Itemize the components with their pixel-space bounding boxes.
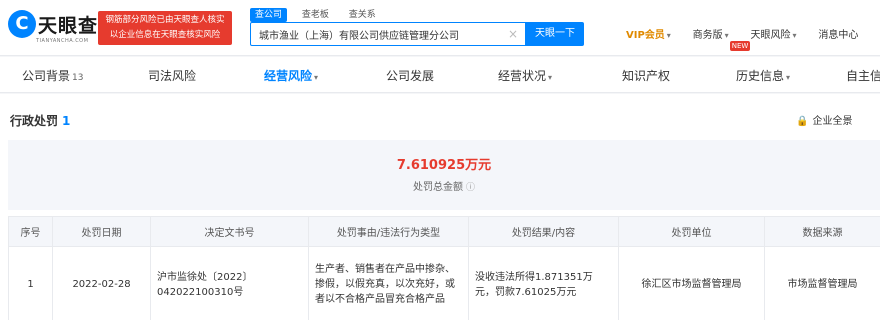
info-icon[interactable]: ⓘ [466,183,475,193]
section-title-label: 行政处罚 [10,114,59,128]
col-header-authority: 处罚单位 [618,216,765,247]
cell-authority: 徐汇区市场监督管理局 [618,246,765,320]
col-header-source: 数据来源 [764,216,880,247]
table-row[interactable]: 1 2022-02-28 沪市监徐处〔2022〕042022100310号 生产… [8,246,880,320]
tab-count: 13 [72,73,84,83]
col-header-date: 处罚日期 [52,216,151,247]
vip-label: VIP会员 [626,30,665,41]
lock-icon: 🔒 [796,116,809,127]
business-label: 商务版 [692,30,723,41]
section-tabs: 公司背景 13 司法风险 经营风险 ▾ 公司发展 经营状况 ▾ 知识产权 历史信息 ▾ … [0,57,880,93]
promo-banner[interactable]: 钢筋部分风险已由天眼查人核实 以企业信息在天眼查核实风险 [98,11,232,45]
tab-history[interactable]: 历史信息 ▾ [736,67,790,84]
content-panel: 行政处罚 1 🔒 企业全景 7.610925万元 处罚总金额 ⓘ 序号 处罚日期 决定… [0,94,880,320]
chevron-down-icon: ▾ [792,31,797,40]
tab-label: 公司背景 [22,69,71,83]
chevron-down-icon: ▾ [666,31,671,40]
tab-label: 经营状况 [498,69,547,83]
col-header-result: 处罚结果/内容 [468,216,619,247]
cell-index: 1 [8,246,53,320]
export-label: 企业全景 [812,116,853,127]
search-box: × [250,22,526,46]
chevron-down-icon: ▾ [724,31,729,40]
logo-subtitle: TIANYANCHA.COM [36,38,89,44]
search-tab-company[interactable]: 查公司 [250,8,288,22]
tab-operating-risk[interactable]: 经营风险 ▾ [264,67,318,84]
top-nav: VIP会员 ▾ 商务版 ▾ 天眼风险 ▾ 消息中心 NEW [626,26,876,51]
tab-judicial-risk[interactable]: 司法风险 [148,67,196,84]
clear-icon[interactable]: × [507,28,519,40]
cell-reason: 生产者、销售者在产品中掺杂、掺假，以假充真，以次充好，或者以不合格产品冒充合格产… [308,246,469,320]
cell-doc-no: 沪市监徐处〔2022〕042022100310号 [150,246,309,320]
promo-line-1: 钢筋部分风险已由天眼查人核实 [105,15,225,25]
chevron-down-icon: ▾ [786,73,791,82]
search-type-tabs: 查公司 查老板 查关系 [250,6,387,22]
stat-label-text: 处罚总金额 [412,182,463,193]
tab-company-background[interactable]: 公司背景 13 [22,67,83,84]
tab-company-development[interactable]: 公司发展 [386,67,434,84]
business-menu[interactable]: 商务版 ▾ [693,26,729,41]
logo-mark-icon: C [8,10,36,38]
tab-label: 经营风险 [264,69,313,83]
col-header-reason: 处罚事由/违法行为类型 [308,216,469,247]
total-penalty-amount: 7.610925万元 [396,158,492,173]
table-header-row: 序号 处罚日期 决定文书号 处罚事由/违法行为类型 处罚结果/内容 处罚单位 数… [8,216,880,247]
search-input[interactable] [251,23,501,45]
col-header-index: 序号 [8,216,53,247]
new-badge: NEW [730,41,750,51]
enterprise-panorama-button[interactable]: 🔒 企业全景 [796,112,852,127]
promo-line-2: 以企业信息在天眼查核实风险 [109,30,221,40]
section-title: 行政处罚 1 [10,112,70,129]
risk-label: 天眼风险 [750,30,791,41]
vip-menu[interactable]: VIP会员 ▾ [626,26,671,41]
risk-menu[interactable]: 天眼风险 ▾ [750,26,796,41]
search-tab-relation[interactable]: 查关系 [344,8,381,22]
section-count: 1 [62,114,71,128]
cell-result: 没收违法所得1.871351万元，罚款7.61025万元 [468,246,619,320]
cell-date: 2022-02-28 [52,246,151,320]
logo[interactable]: C 天眼查 TIANYANCHA.COM [8,10,97,44]
tab-label: 历史信息 [736,69,785,83]
total-penalty-label: 处罚总金额 ⓘ [8,178,880,193]
search-button[interactable]: 天眼一下 [526,22,584,46]
search-tab-boss[interactable]: 查老板 [297,8,334,22]
tab-intellectual-property[interactable]: 知识产权 [622,67,670,84]
penalty-summary: 7.610925万元 处罚总金额 ⓘ [8,140,880,210]
penalty-table: 序号 处罚日期 决定文书号 处罚事由/违法行为类型 处罚结果/内容 处罚单位 数… [8,216,880,320]
chevron-down-icon: ▾ [314,73,319,82]
cell-source-link[interactable]: 市场监督管理局 [764,246,880,320]
top-header: C 天眼查 TIANYANCHA.COM 钢筋部分风险已由天眼查人核实 以企业信… [0,0,880,56]
message-center-link[interactable]: 消息中心 [818,26,858,41]
tab-operating-status[interactable]: 经营状况 ▾ [498,67,552,84]
col-header-doc-no: 决定文书号 [150,216,309,247]
chevron-down-icon: ▾ [548,73,553,82]
logo-text: 天眼查 [38,15,99,37]
tab-self-info[interactable]: 自主信息 [846,67,880,84]
